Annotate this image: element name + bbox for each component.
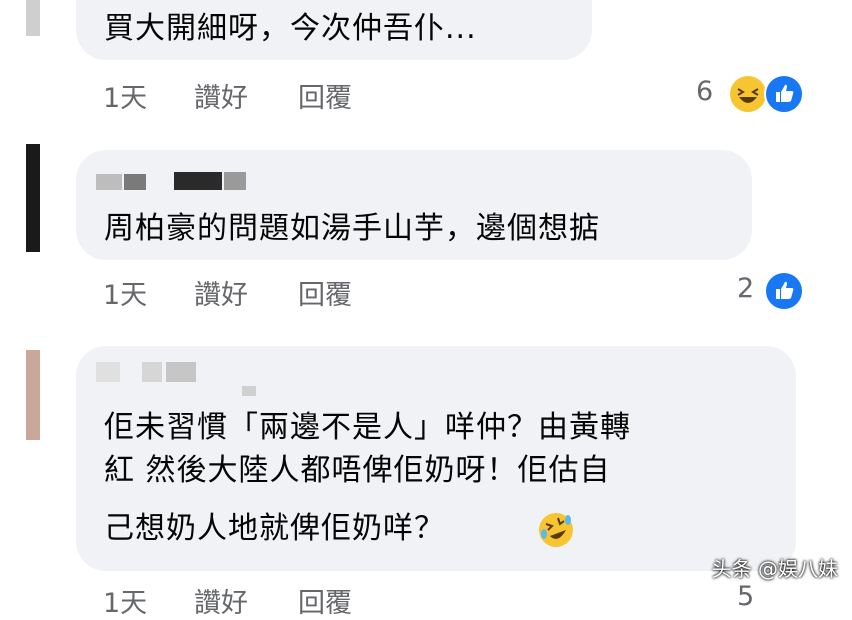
like-icon[interactable] [764,74,804,114]
like-button[interactable]: 讚好 [194,581,248,620]
reaction-count[interactable]: 5 [737,581,754,612]
comment-text-line-1: 佢未習慣「兩邊不是人」咩仲？由黃轉 [104,410,631,445]
like-button[interactable]: 讚好 [194,76,248,115]
redacted-username [96,170,246,192]
redacted-username [96,358,276,398]
avatar[interactable] [26,0,40,36]
laugh-icon[interactable] [728,74,768,114]
comment-time[interactable]: 1天 [103,273,147,312]
comment-text-line-2: 紅 然後大陸人都唔俾佢奶呀！佢估自 [104,453,611,488]
comment-time[interactable]: 1天 [103,581,147,620]
reply-button[interactable]: 回覆 [298,273,352,312]
avatar[interactable] [26,144,40,252]
reaction-count[interactable]: 6 [696,76,713,107]
comment-text: 買大開細呀，今次仲吾仆... [104,11,477,46]
avatar[interactable] [26,350,40,440]
like-button[interactable]: 讚好 [194,273,248,312]
like-icon[interactable] [764,271,804,311]
comment-text: 周柏豪的問題如湯手山芋，邊個想掂 [104,211,600,246]
comment-text-line-3: 己想奶人地就俾佢奶咩？ [104,511,445,546]
rofl-emoji [536,510,576,550]
comment-time[interactable]: 1天 [103,76,147,115]
reaction-count[interactable]: 2 [737,273,754,304]
reply-button[interactable]: 回覆 [298,76,352,115]
watermark: 头条 @娱八妹 [711,557,838,581]
reply-button[interactable]: 回覆 [298,581,352,620]
